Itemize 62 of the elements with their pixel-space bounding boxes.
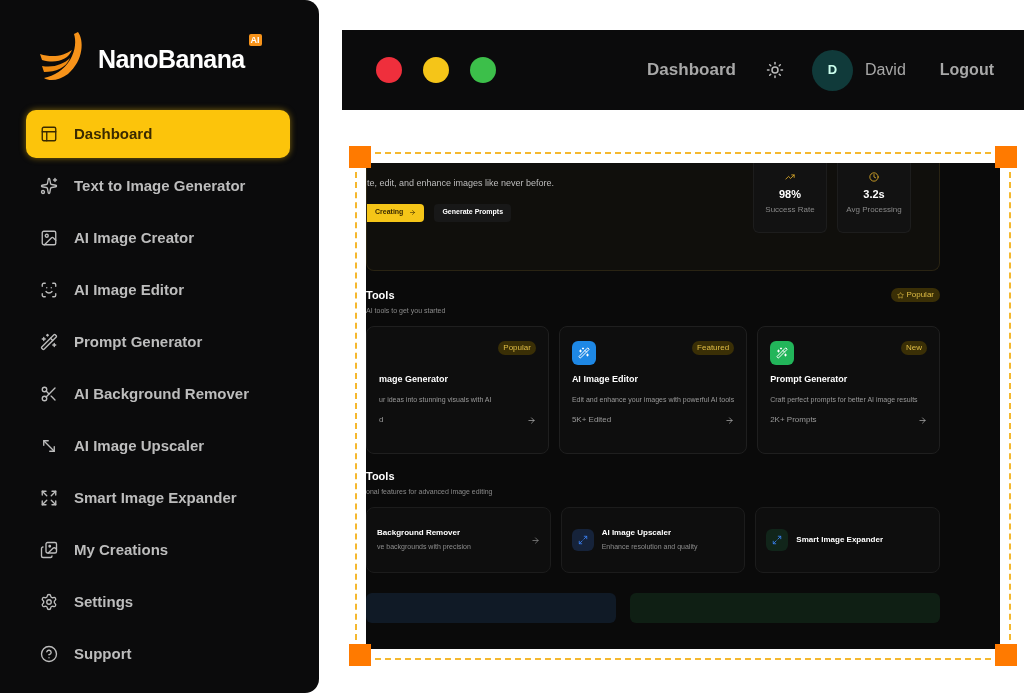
hero-subtitle: te, edit, and enhance images like never before. — [367, 177, 556, 190]
sidebar-item[interactable]: AI Image Creator — [26, 214, 290, 262]
card-title: AI Image Upscaler — [601, 527, 673, 540]
card-badge: Featured — [692, 341, 735, 355]
sidebar-item[interactable]: Dashboard — [26, 110, 290, 158]
ai-badge: AI — [248, 34, 262, 46]
card-title: Prompt Generator — [770, 373, 849, 386]
card-title: mage Generator — [379, 373, 450, 386]
sidebar-item[interactable]: Settings — [26, 578, 290, 626]
stat-label: Avg Processing — [846, 203, 902, 216]
star-icon — [897, 291, 905, 299]
menu-item-icon — [40, 333, 58, 351]
menu-item-icon — [40, 229, 58, 247]
card-meta: 5K+ Edited — [571, 414, 612, 426]
user-avatar: D — [811, 49, 853, 91]
arrow-icon — [530, 535, 540, 545]
menu-item-icon — [40, 177, 58, 195]
sidebar-item[interactable]: My Creations — [26, 526, 290, 574]
logo-text: NanoBanana — [98, 44, 245, 76]
theme-toggle-icon — [765, 61, 784, 79]
menu-item-icon — [40, 645, 58, 663]
arrow-icon — [526, 415, 536, 425]
sidebar-item[interactable]: Support — [26, 630, 290, 678]
menu-item-icon — [40, 385, 58, 403]
dashboard-link[interactable]: Dashboard — [647, 57, 736, 83]
sidebar-item[interactable]: Text to Image Generator — [26, 162, 290, 210]
card-title: AI Image Editor — [571, 373, 639, 386]
logout-link[interactable]: Logout — [939, 58, 994, 82]
menu-item-icon — [40, 489, 58, 507]
sidebar-item[interactable]: Prompt Generator — [26, 318, 290, 366]
arrow-icon — [725, 415, 735, 425]
card-badge: New — [901, 341, 927, 355]
stat-icon — [869, 172, 879, 182]
card-badge: Popular — [498, 341, 536, 355]
card-meta: d — [379, 414, 384, 426]
resize-handle[interactable] — [349, 644, 371, 666]
stat-icon — [785, 172, 795, 182]
menu-item-icon — [40, 437, 58, 455]
card-title: Background Remover — [377, 527, 462, 540]
menu-item-icon — [40, 593, 58, 611]
sidebar-item[interactable]: AI Image Upscaler — [26, 422, 290, 470]
arrow-icon — [409, 209, 417, 216]
menu-item-icon — [40, 125, 58, 143]
resize-handle[interactable] — [995, 644, 1017, 666]
user-name: David — [864, 60, 906, 80]
card-meta: 2K+ Prompts — [770, 414, 817, 426]
sidebar-item[interactable]: Smart Image Expander — [26, 474, 290, 522]
resize-handle[interactable] — [995, 146, 1017, 168]
sidebar-item[interactable]: AI Image Editor — [26, 266, 290, 314]
arrow-icon — [918, 415, 927, 425]
section-title: Tools — [366, 288, 395, 303]
resize-handle[interactable] — [349, 146, 371, 168]
stat-label: Success Rate — [765, 203, 815, 216]
sidebar-item[interactable]: AI Background Remover — [26, 370, 290, 418]
stat-value: 3.2s — [863, 187, 885, 202]
menu-item-icon — [40, 541, 58, 559]
tool-card[interactable]: Smart Image Expander — [755, 507, 940, 573]
stat-value: 98% — [779, 187, 801, 202]
section-title: Tools — [366, 469, 395, 484]
card-title: Smart Image Expander — [796, 534, 885, 546]
menu-item-icon — [40, 281, 58, 299]
section-badge: Popular — [891, 288, 940, 303]
